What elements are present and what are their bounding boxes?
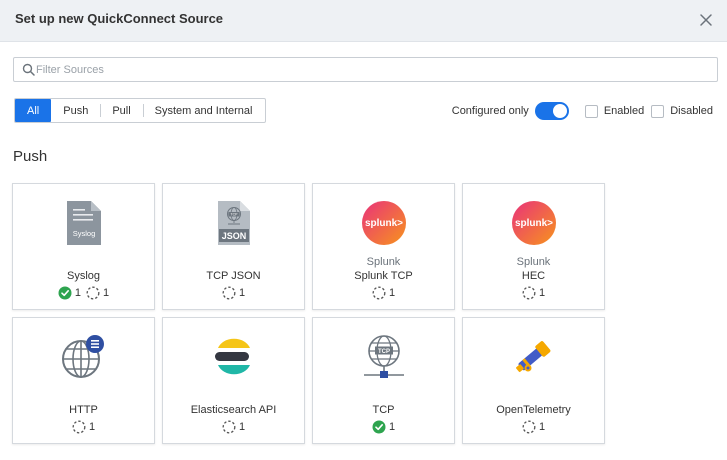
unconfigured-dashed-icon	[522, 420, 536, 434]
json-file-icon: TCP JSON	[163, 198, 304, 248]
section-title: Push	[13, 148, 48, 165]
card-vendor: Splunk	[516, 256, 551, 268]
enabled-label: Enabled	[603, 105, 645, 117]
elasticsearch-logo-icon	[163, 332, 304, 382]
globe-network-icon: TCP	[313, 332, 454, 382]
unconfigured-count: 1	[88, 421, 96, 433]
unconfigured-dashed-icon	[222, 286, 236, 300]
card-status: 1	[13, 420, 154, 434]
dialog-header: Set up new QuickConnect Source	[0, 0, 727, 42]
source-card-opentelemetry[interactable]: OpenTelemetry 1	[462, 317, 605, 444]
unconfigured-count: 1	[538, 287, 546, 299]
search-icon	[22, 63, 35, 76]
filter-sources-field[interactable]	[13, 57, 718, 82]
card-status: 1	[463, 420, 604, 434]
unconfigured-count: 1	[538, 421, 546, 433]
source-card-elasticsearch-api[interactable]: Elasticsearch API 1	[162, 317, 305, 444]
tab-system-and-internal[interactable]: System and Internal	[142, 99, 265, 122]
svg-text:Syslog: Syslog	[72, 229, 95, 238]
unconfigured-dashed-icon	[86, 286, 100, 300]
unconfigured-count: 1	[103, 287, 110, 299]
card-name: HTTP	[69, 404, 98, 416]
tab-pull[interactable]: Pull	[100, 99, 142, 122]
svg-text:JSON: JSON	[221, 231, 246, 241]
unconfigured-dashed-icon	[72, 420, 86, 434]
card-name: OpenTelemetry	[496, 404, 571, 416]
card-status: 1	[163, 420, 304, 434]
card-vendor: Splunk	[366, 256, 401, 268]
source-card-splunk-hec[interactable]: splunk> Splunk HEC 1	[462, 183, 605, 310]
disabled-label: Disabled	[670, 105, 713, 117]
card-status: 1	[163, 286, 304, 300]
configured-count: 1	[388, 421, 396, 433]
svg-text:splunk>: splunk>	[364, 218, 402, 229]
card-name: Syslog	[66, 270, 101, 282]
svg-text:splunk>: splunk>	[514, 218, 552, 229]
svg-text:TCP: TCP	[378, 349, 390, 355]
filter-sources-input[interactable]	[36, 58, 706, 81]
card-name: Elasticsearch API	[190, 404, 277, 416]
tab-push[interactable]: Push	[51, 99, 100, 122]
configured-check-icon	[58, 286, 72, 300]
unconfigured-count: 1	[238, 421, 246, 433]
unconfigured-dashed-icon	[372, 286, 386, 300]
telescope-icon	[463, 332, 604, 382]
source-card-tcp[interactable]: TCP TCP 1	[312, 317, 455, 444]
card-name: TCP	[372, 404, 395, 416]
card-name: Splunk TCP	[354, 270, 413, 282]
tab-all[interactable]: All	[15, 99, 52, 122]
source-card-tcp-json[interactable]: TCP JSON TCP JSON 1	[162, 183, 305, 310]
unconfigured-dashed-icon	[222, 420, 236, 434]
close-button[interactable]	[694, 8, 718, 32]
card-status: 1 1	[13, 286, 154, 300]
source-card-syslog[interactable]: Syslog Syslog 1 1	[12, 183, 155, 310]
close-icon[interactable]	[699, 13, 713, 27]
dialog-title: Set up new QuickConnect Source	[15, 11, 224, 26]
card-status: 1	[313, 420, 454, 434]
toggle-knob	[552, 104, 567, 118]
enabled-checkbox[interactable]	[584, 104, 598, 118]
svg-text:TCP: TCP	[230, 213, 238, 217]
splunk-logo-icon: splunk>	[313, 198, 454, 248]
unconfigured-count: 1	[238, 287, 246, 299]
globe-document-icon	[13, 332, 154, 382]
unconfigured-dashed-icon	[522, 286, 536, 300]
configured-only-label: Configured only	[451, 105, 529, 117]
source-type-tabs: All Push Pull System and Internal	[14, 98, 266, 123]
syslog-file-icon: Syslog	[13, 198, 154, 248]
unconfigured-count: 1	[388, 287, 396, 299]
card-name: HEC	[521, 270, 546, 282]
configured-only-toggle[interactable]	[534, 102, 569, 120]
filter-controls: Configured only Enabled Disabled	[452, 101, 713, 121]
source-card-http[interactable]: HTTP 1	[12, 317, 155, 444]
source-card-splunk-tcp[interactable]: splunk> Splunk Splunk TCP 1	[312, 183, 455, 310]
configured-count: 1	[74, 287, 81, 299]
card-status: 1	[463, 286, 604, 300]
disabled-checkbox[interactable]	[651, 104, 665, 118]
configured-check-icon	[372, 420, 386, 434]
splunk-logo-icon: splunk>	[463, 198, 604, 248]
card-status: 1	[313, 286, 454, 300]
card-name: TCP JSON	[206, 270, 261, 282]
